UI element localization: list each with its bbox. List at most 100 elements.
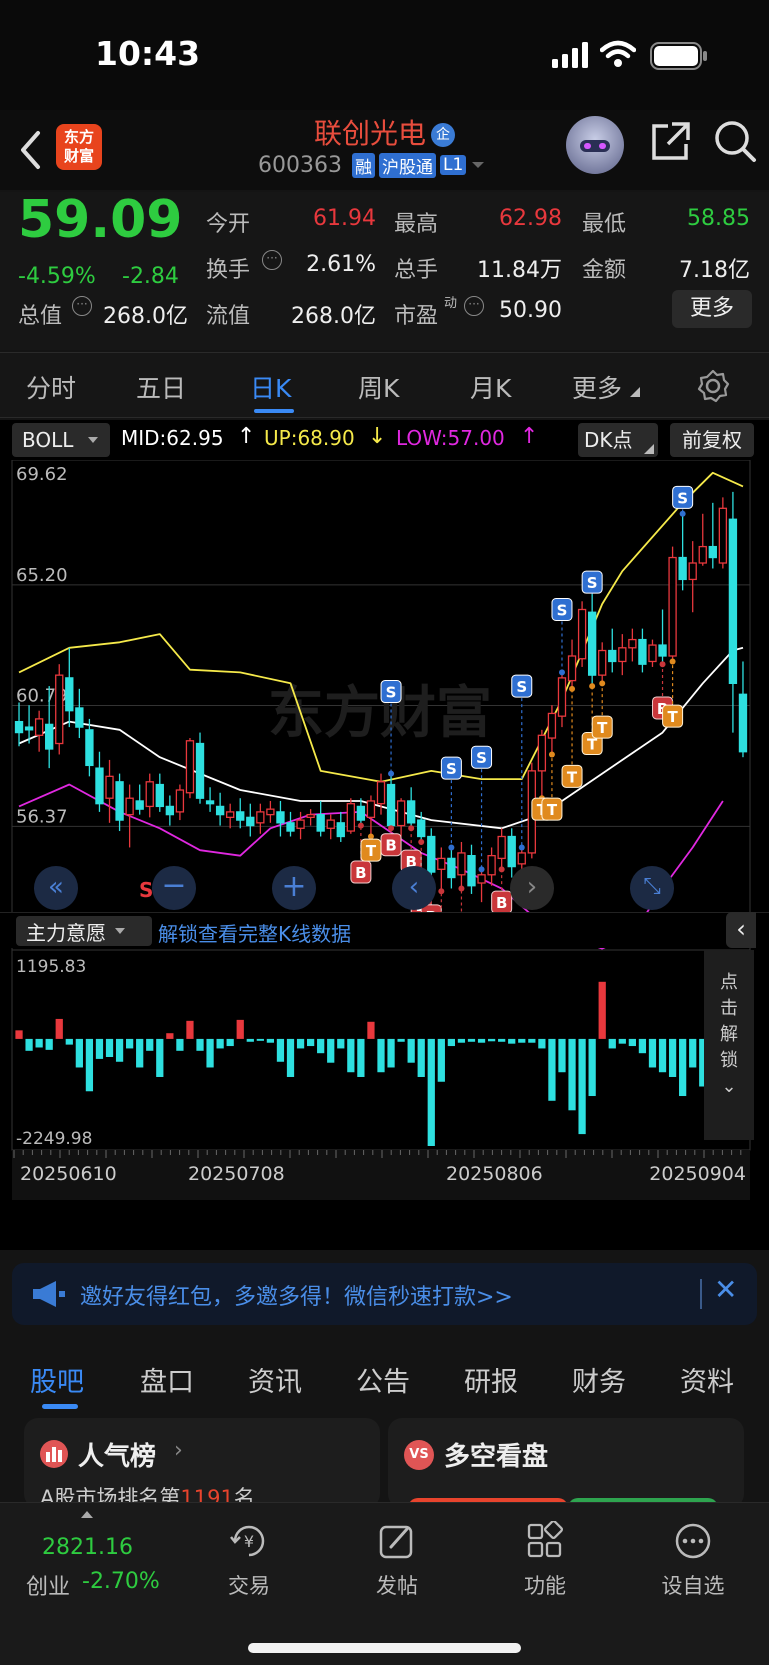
nav-trade[interactable]: ¥ 交易 [204,1521,294,1600]
tab-five-day[interactable]: 五日 [136,369,186,405]
sub-y-max-label: 1195.83 [16,957,86,977]
candle-body [286,822,295,832]
settings-gear-icon[interactable] [696,369,730,403]
candle-body [628,638,637,649]
signal-dot [498,866,505,873]
tab-monthly-k[interactable]: 月K [470,369,511,405]
tab-news[interactable]: 资讯 [248,1360,302,1399]
up-down-arrow-icon: ↓ [368,424,387,449]
signal-dot [458,885,465,892]
invite-banner[interactable]: 邀好友得红包，多邀多得！微信秒速打款>> ✕ [12,1263,757,1325]
chevron-right-icon: › [174,1438,183,1463]
signal-dot [599,680,606,687]
stock-code-row[interactable]: 600363 融 沪股通 L1 [258,150,486,180]
x-date-label: 20250610 [20,1163,117,1185]
share-icon[interactable] [648,120,692,164]
tab-profile[interactable]: 资料 [680,1360,734,1399]
tab-financials[interactable]: 财务 [572,1360,626,1399]
fullscreen-icon[interactable]: ⤡ [630,866,674,910]
zoom-out-icon[interactable]: − [152,866,196,910]
bull-bear-card[interactable]: VS 多空看盘 [388,1418,744,1508]
popularity-card[interactable]: 人气榜 › A股市场排名第1191名 [24,1418,380,1508]
scroll-left-icon[interactable]: ‹ [392,866,436,910]
collapse-arrow-icon[interactable]: ‹ [726,912,756,948]
tab-daily-k[interactable]: 日K [250,369,291,405]
info-icon[interactable]: ··· [262,250,282,270]
force-bar [226,1038,234,1047]
tab-forum[interactable]: 股吧 [30,1360,84,1399]
force-bar [387,1038,395,1068]
candle-body [155,783,164,808]
dropdown-icon [88,437,99,443]
high-label: 最高 [394,212,439,237]
nav-post[interactable]: 发帖 [352,1521,442,1600]
change-value: -2.84 [122,264,179,289]
force-bar [477,1038,486,1043]
tab-orderbook[interactable]: 盘口 [140,1360,194,1399]
force-bar [166,1033,174,1039]
candle-body [65,677,74,712]
zoom-in-icon[interactable]: + [272,866,316,910]
force-bar [306,1038,315,1047]
adjust-button[interactable]: 前复权 [670,423,754,457]
force-bar [55,1018,63,1039]
active-tab-indicator [42,1404,78,1409]
candle-body [24,726,34,731]
signal-dot [659,661,666,668]
candle-body [738,693,748,753]
content-tabs: 股吧 盘口 资讯 公告 研报 财务 资料 [0,1340,769,1414]
force-bar [126,1038,134,1049]
ranking-icon [40,1440,68,1468]
candle-body [457,852,466,876]
tab-research[interactable]: 研报 [464,1360,518,1399]
compose-icon [379,1525,413,1559]
unlock-kline-link[interactable]: 解锁查看完整K线数据 [158,918,351,947]
candle-body [256,811,265,824]
unlock-side-button[interactable]: 点 击 解 锁 ⌄ [704,950,754,1140]
high-value: 62.98 [499,206,562,231]
force-bar [317,1038,325,1054]
volume-label: 总手 [394,258,439,283]
robot-avatar[interactable] [566,116,624,174]
force-bar [648,1038,657,1068]
boll-up-value: UP:68.90 [264,426,355,450]
force-bar [347,1038,355,1073]
signal-label: S [557,602,568,620]
more-button[interactable]: 更多 [672,290,752,328]
signal-dot [548,751,555,758]
force-bar [367,1021,375,1039]
index-value: 2821.16 [42,1535,133,1560]
tab-announcements[interactable]: 公告 [356,1360,410,1399]
nav-functions[interactable]: 功能 [500,1519,590,1600]
candle-body [135,800,144,810]
tab-weekly-k[interactable]: 周K [358,369,399,405]
signal-dot [589,683,596,690]
nav-trade-label: 交易 [228,1574,270,1598]
candle-body [618,647,627,663]
signal-dot [418,838,425,845]
close-icon[interactable]: ✕ [714,1273,737,1306]
tab-intraday[interactable]: 分时 [26,369,76,405]
signal-label: B [355,864,366,882]
tag-margin: 融 [351,152,375,178]
main-force-bar-chart: 1195.83 -2249.98 20250610 20250708 20250806 2… [11,950,751,1200]
search-icon[interactable] [712,118,758,164]
sub-indicator-selector[interactable]: 主力意愿 [16,916,152,946]
tab-more[interactable]: 更多 [572,369,622,405]
battery-icon [650,42,707,70]
turnover-value: 2.61% [306,252,376,277]
candle-body [557,677,567,717]
period-tabs: 分时 五日 日K 周K 月K 更多 [0,352,769,418]
signal-dot [669,658,676,665]
info-icon[interactable]: ··· [72,296,92,316]
enterprise-badge: 企 [431,123,456,147]
force-bar [85,1038,94,1092]
rewind-icon[interactable]: « [34,866,78,910]
candle-body [55,674,64,745]
scroll-right-icon[interactable]: › [510,866,554,910]
unlock-side-char: 锁 [720,1050,738,1071]
sub-indicator-name: 主力意愿 [26,920,106,945]
nav-add-watchlist[interactable]: 设自选 [648,1521,738,1600]
indicator-selector[interactable]: BOLL [12,423,110,457]
force-bar [357,1038,365,1077]
